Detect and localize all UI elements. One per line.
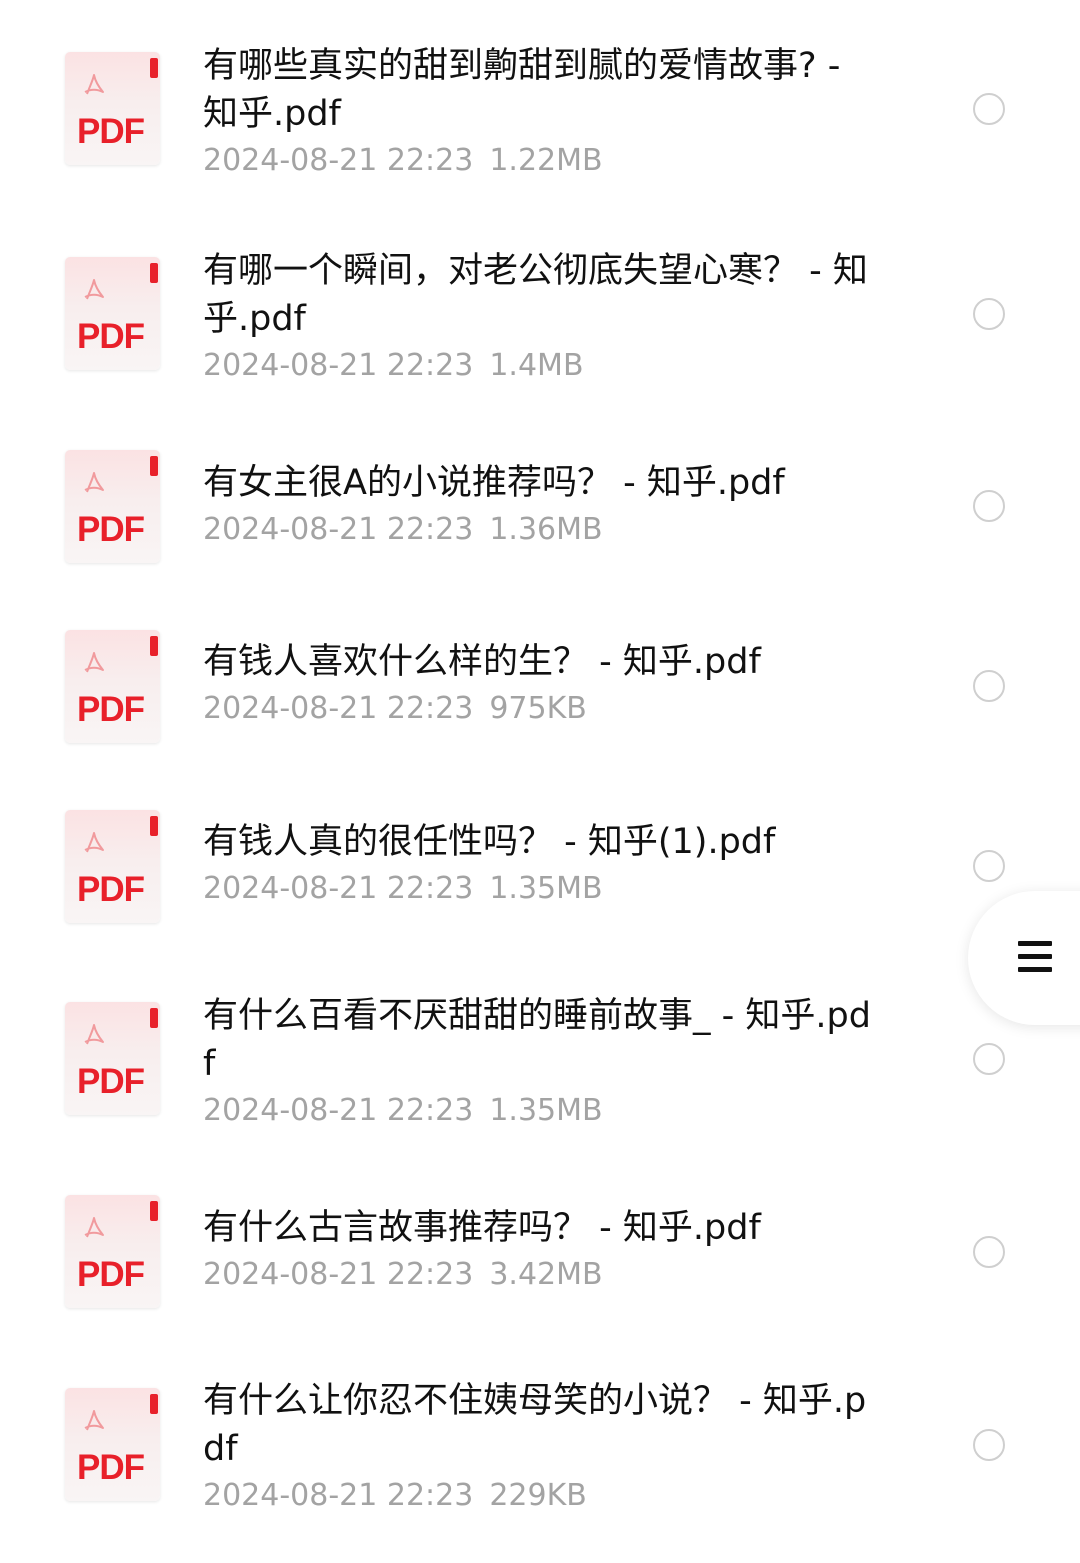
pdf-corner-tab [150,1008,158,1028]
select-radio[interactable] [973,298,1005,330]
list-item[interactable]: PDF 有什么让你忍不住姨母笑的小说？ - 知乎.pdf 2024-08-21 … [0,0,1080,1513]
file-name: 有什么让你忍不住姨母笑的小说？ - 知乎.pdf [203,1381,867,1469]
file-text: 有哪一个瞬间，对老公彻底失望心寒？ - 知乎.pdf 2024-08-21 22… [203,247,883,389]
file-size: 1.35MB [489,1093,603,1128]
file-text: 有女主很A的小说推荐吗？ - 知乎.pdf 2024-08-21 22:23 1.… [203,459,883,553]
file-text: 有什么让你忍不住姨母笑的小说？ - 知乎.pdf 2024-08-21 22:2… [203,1377,883,1519]
acrobat-icon [84,1410,104,1431]
file-list-screen: PDF 有哪些真实的甜到齁甜到腻的爱情故事? - 知乎.pdf 2024-08-… [0,0,1080,1563]
pdf-file-icon: PDF [65,810,160,923]
pdf-file-icon: PDF [65,257,160,370]
file-date: 2024-08-21 22:23 [203,1093,474,1128]
pdf-file-icon: PDF [65,1002,160,1115]
file-name: 有哪一个瞬间，对老公彻底失望心寒？ - 知乎.pdf [203,251,868,339]
acrobat-icon [84,279,104,300]
pdf-corner-tab [150,816,158,836]
file-meta: 2024-08-21 22:23 1.22MB [203,138,883,184]
file-size: 975KB [489,691,587,726]
acrobat-icon [84,1024,104,1045]
acrobat-icon [84,652,104,673]
hamburger-menu-icon [1018,967,1052,972]
file-name: 有什么百看不厌甜甜的睡前故事_ - 知乎.pdf [203,996,871,1084]
file-text: 有什么百看不厌甜甜的睡前故事_ - 知乎.pdf 2024-08-21 22:2… [203,992,883,1134]
file-meta: 2024-08-21 22:23 1.35MB [203,1088,883,1134]
file-size: 3.42MB [489,1257,603,1292]
file-date: 2024-08-21 22:23 [203,348,474,383]
select-radio[interactable] [973,1043,1005,1075]
select-radio[interactable] [973,1429,1005,1461]
menu-button[interactable] [968,891,1080,1025]
file-date: 2024-08-21 22:23 [203,1478,474,1513]
select-radio[interactable] [973,1236,1005,1268]
pdf-type-label: PDF [77,1062,145,1101]
file-name: 有什么古言故事推荐吗？ - 知乎.pdf [203,1208,761,1248]
pdf-corner-tab [150,263,158,283]
select-radio[interactable] [973,490,1005,522]
pdf-file-icon: PDF [65,630,160,743]
file-text: 有钱人喜欢什么样的生？ - 知乎.pdf 2024-08-21 22:23 975… [203,638,883,732]
file-meta: 2024-08-21 22:23 1.35MB [203,866,883,912]
select-radio[interactable] [973,93,1005,125]
pdf-type-label: PDF [77,510,145,549]
file-date: 2024-08-21 22:23 [203,871,474,906]
file-meta: 2024-08-21 22:23 3.42MB [203,1252,883,1298]
pdf-file-icon: PDF [65,1388,160,1501]
select-radio[interactable] [973,670,1005,702]
list-item[interactable]: PDF 有哪些真实的甜到齁甜到腻的爱情故事? - 知乎.pdf 2024-08-… [0,0,1080,205]
file-name: 有女主很A的小说推荐吗？ - 知乎.pdf [203,463,785,503]
pdf-type-label: PDF [77,870,145,909]
pdf-type-label: PDF [77,690,145,729]
pdf-corner-tab [150,456,158,476]
file-date: 2024-08-21 22:23 [203,1257,474,1292]
pdf-file-icon: PDF [65,52,160,165]
pdf-type-label: PDF [77,1255,145,1294]
file-name: 有钱人真的很任性吗？ - 知乎(1).pdf [203,822,776,862]
file-size: 1.35MB [489,871,603,906]
file-size: 229KB [489,1478,587,1513]
file-meta: 2024-08-21 22:23 1.36MB [203,507,883,553]
select-radio[interactable] [973,850,1005,882]
pdf-type-label: PDF [77,317,145,356]
file-date: 2024-08-21 22:23 [203,143,474,178]
pdf-type-label: PDF [77,1448,145,1487]
acrobat-icon [84,832,104,853]
file-meta: 2024-08-21 22:23 1.4MB [203,343,883,389]
pdf-file-icon: PDF [65,450,160,563]
file-size: 1.36MB [489,512,603,547]
file-name: 有哪些真实的甜到齁甜到腻的爱情故事? - 知乎.pdf [203,46,841,134]
pdf-corner-tab [150,1394,158,1414]
file-size: 1.22MB [489,143,603,178]
file-date: 2024-08-21 22:23 [203,512,474,547]
file-name: 有钱人喜欢什么样的生？ - 知乎.pdf [203,642,761,682]
pdf-corner-tab [150,636,158,656]
acrobat-icon [84,472,104,493]
pdf-corner-tab [150,1201,158,1221]
file-size: 1.4MB [489,348,584,383]
hamburger-menu-icon [1018,954,1052,959]
pdf-file-icon: PDF [65,1195,160,1308]
file-meta: 2024-08-21 22:23 229KB [203,1473,883,1519]
pdf-corner-tab [150,58,158,78]
acrobat-icon [84,74,104,95]
pdf-type-label: PDF [77,112,145,151]
file-meta: 2024-08-21 22:23 975KB [203,686,883,732]
hamburger-menu-icon [1018,941,1052,946]
file-text: 有什么古言故事推荐吗？ - 知乎.pdf 2024-08-21 22:23 3.4… [203,1204,883,1298]
file-text: 有哪些真实的甜到齁甜到腻的爱情故事? - 知乎.pdf 2024-08-21 2… [203,42,883,184]
acrobat-icon [84,1217,104,1238]
file-date: 2024-08-21 22:23 [203,691,474,726]
file-text: 有钱人真的很任性吗？ - 知乎(1).pdf 2024-08-21 22:23 1… [203,818,883,912]
